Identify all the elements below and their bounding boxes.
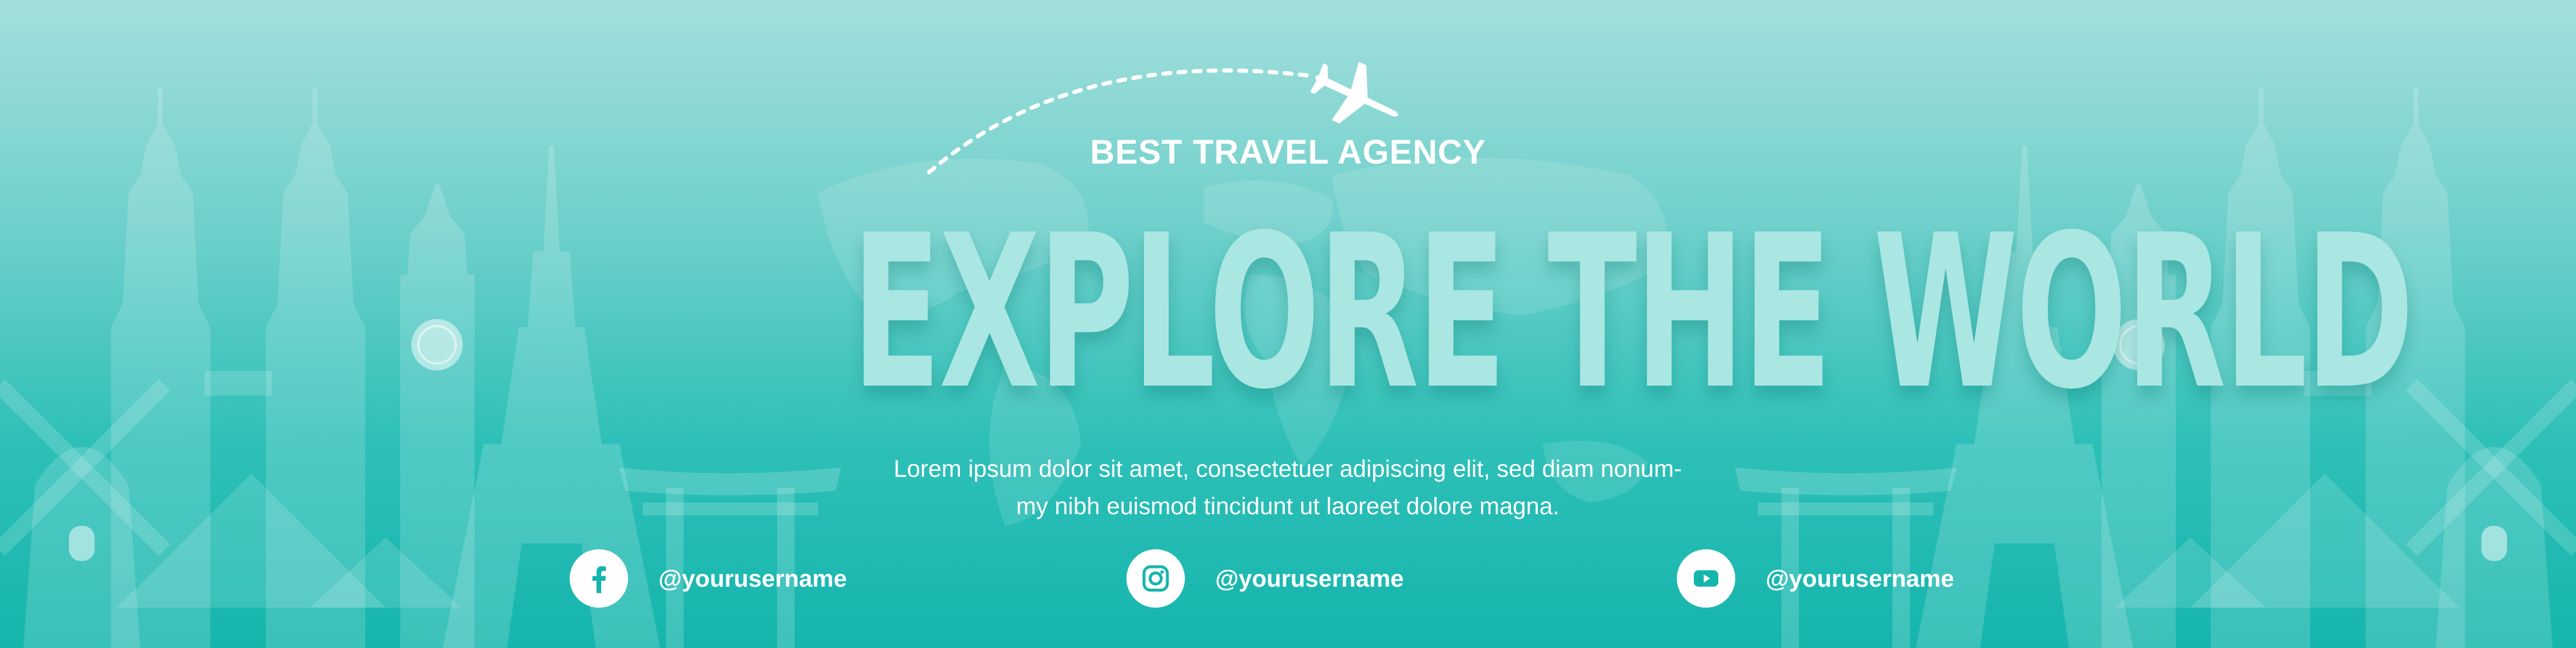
- description-line-1: Lorem ipsum dolor sit amet, consectetuer…: [893, 455, 1682, 482]
- description-line-2: my nibh euismod tincidunt ut laoreet dol…: [1016, 493, 1559, 519]
- agency-tagline: BEST TRAVEL AGENCY: [1090, 133, 1486, 171]
- travel-banner: BEST TRAVEL AGENCY EXPLORE THE WORLD Lor…: [0, 0, 2576, 648]
- facebook-icon[interactable]: [570, 549, 628, 608]
- headline: EXPLORE THE WORLD: [851, 190, 2414, 436]
- airplane-icon: [1310, 61, 1399, 124]
- social-instagram[interactable]: @yourusername: [1126, 549, 1404, 608]
- youtube-icon[interactable]: [1677, 549, 1735, 608]
- instagram-handle[interactable]: @yourusername: [1215, 565, 1404, 592]
- social-youtube[interactable]: @yourusername: [1677, 549, 1954, 608]
- description: Lorem ipsum dolor sit amet, consectetuer…: [820, 450, 1755, 525]
- youtube-handle[interactable]: @yourusername: [1766, 565, 1954, 592]
- social-facebook[interactable]: @yourusername: [570, 549, 847, 608]
- instagram-icon[interactable]: [1126, 549, 1185, 608]
- facebook-handle[interactable]: @yourusername: [658, 565, 847, 592]
